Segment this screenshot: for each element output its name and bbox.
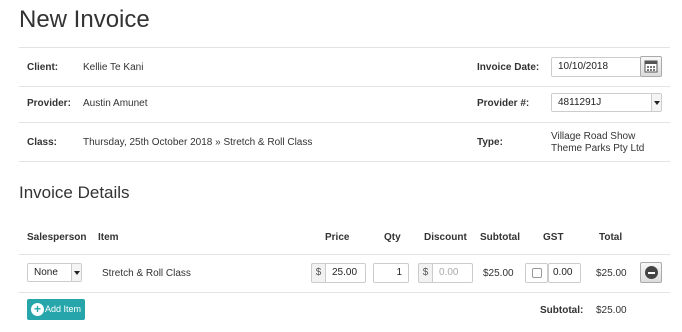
gst-input[interactable]: 0.00 <box>548 263 581 283</box>
client-value: Kellie Te Kani <box>83 62 144 73</box>
provider-number-select[interactable]: 4811291J <box>551 93 662 112</box>
col-header-subtotal: Subtotal <box>480 232 520 243</box>
page-title: New Invoice <box>19 6 150 33</box>
col-header-gst: GST <box>543 232 564 243</box>
class-value: Thursday, 25th October 2018 » Stretch & … <box>83 137 313 148</box>
divider <box>19 161 670 162</box>
col-header-total: Total <box>599 232 623 243</box>
row-subtotal: $25.00 <box>483 268 514 279</box>
add-item-label: Add Item <box>45 304 82 314</box>
discount-currency-addon: $ <box>418 263 432 283</box>
row-total: $25.00 <box>596 268 627 279</box>
item-name: Stretch & Roll Class <box>102 268 191 279</box>
chevron-down-icon <box>71 264 81 281</box>
minus-circle-icon <box>645 266 658 279</box>
provider-label: Provider: <box>27 98 71 109</box>
type-value-line2: Theme Parks Pty Ltd <box>551 143 645 154</box>
section-title: Invoice Details <box>19 183 130 202</box>
divider <box>19 86 670 87</box>
chevron-down-icon <box>651 94 661 111</box>
provider-value: Austin Amunet <box>83 98 148 109</box>
calendar-icon <box>644 60 658 73</box>
col-header-qty: Qty <box>384 232 401 243</box>
footer-subtotal-label: Subtotal: <box>540 305 584 316</box>
divider <box>19 122 670 123</box>
client-label: Client: <box>27 62 59 73</box>
divider <box>19 254 670 255</box>
calendar-button[interactable] <box>640 56 662 77</box>
divider <box>19 292 670 293</box>
footer-subtotal-value: $25.00 <box>596 305 627 316</box>
invoice-date-label: Invoice Date: <box>477 62 540 73</box>
col-header-discount: Discount <box>424 232 467 243</box>
gst-checkbox[interactable] <box>532 268 542 278</box>
price-currency-addon: $ <box>311 263 325 283</box>
divider <box>19 47 670 48</box>
provider-number-label: Provider #: <box>477 98 530 109</box>
type-value-line1: Village Road Show <box>551 131 636 142</box>
salesperson-value: None <box>34 267 58 278</box>
plus-icon: + <box>31 303 44 316</box>
col-header-salesperson: Salesperson <box>27 232 87 243</box>
class-label: Class: <box>27 137 58 148</box>
salesperson-select[interactable]: None <box>27 263 82 282</box>
col-header-item: Item <box>98 232 119 243</box>
add-item-button[interactable]: + Add Item <box>27 299 85 320</box>
provider-number-value: 4811291J <box>558 97 602 108</box>
price-input[interactable]: 25.00 <box>325 263 366 283</box>
invoice-date-input[interactable]: 10/10/2018 <box>551 57 641 77</box>
remove-item-button[interactable] <box>640 262 662 283</box>
col-header-price: Price <box>325 232 350 243</box>
qty-input[interactable]: 1 <box>373 263 409 283</box>
type-label: Type: <box>477 137 503 148</box>
discount-input[interactable]: 0.00 <box>432 263 473 283</box>
